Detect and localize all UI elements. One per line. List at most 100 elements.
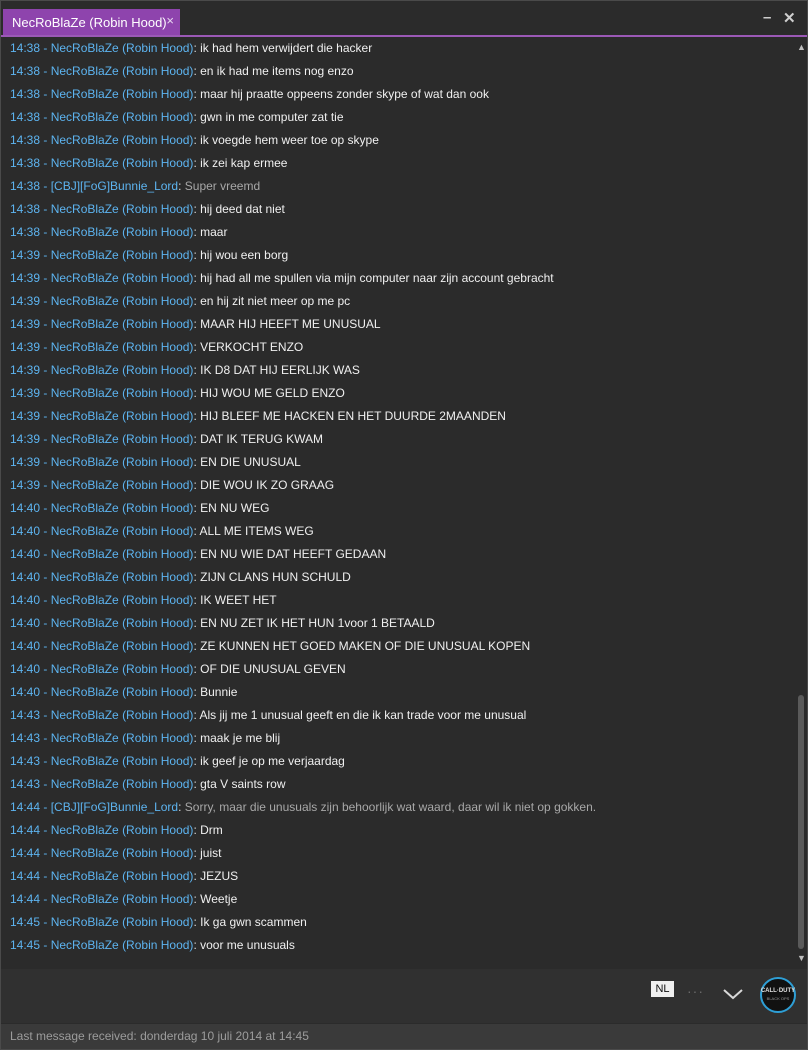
message-sender[interactable]: [CBJ][FoG]Bunnie_Lord [51,800,178,814]
message-meta[interactable]: 14:40 - NecRoBlaZe (Robin Hood) [10,685,193,699]
message-sender[interactable]: NecRoBlaZe (Robin Hood) [51,501,194,515]
message-meta[interactable]: 14:38 - NecRoBlaZe (Robin Hood) [10,64,193,78]
message-meta[interactable]: 14:39 - NecRoBlaZe (Robin Hood) [10,294,193,308]
avatar[interactable]: CALL·DUTY BLACK OPS [760,977,796,1013]
minimize-icon[interactable]: – [763,9,771,26]
message-meta[interactable]: 14:40 - NecRoBlaZe (Robin Hood) [10,593,193,607]
message-meta[interactable]: 14:44 - NecRoBlaZe (Robin Hood) [10,846,193,860]
message-sender[interactable]: NecRoBlaZe (Robin Hood) [51,869,194,883]
message-meta[interactable]: 14:38 - NecRoBlaZe (Robin Hood) [10,110,193,124]
message-sender[interactable]: NecRoBlaZe (Robin Hood) [51,340,194,354]
message-text: juist [200,846,222,860]
message-meta[interactable]: 14:43 - NecRoBlaZe (Robin Hood) [10,708,193,722]
message-sender[interactable]: NecRoBlaZe (Robin Hood) [51,41,194,55]
message-meta[interactable]: 14:40 - NecRoBlaZe (Robin Hood) [10,547,193,561]
message-meta[interactable]: 14:43 - NecRoBlaZe (Robin Hood) [10,731,193,745]
message-sender[interactable]: NecRoBlaZe (Robin Hood) [51,892,194,906]
message-meta[interactable]: 14:39 - NecRoBlaZe (Robin Hood) [10,478,193,492]
message-sender[interactable]: NecRoBlaZe (Robin Hood) [51,524,194,538]
message-sender[interactable]: NecRoBlaZe (Robin Hood) [51,386,194,400]
message-text: maar hij praatte oppeens zonder skype of… [200,87,489,101]
scroll-down-icon[interactable]: ▼ [796,952,807,964]
message-row: 14:39 - NecRoBlaZe (Robin Hood): EN DIE … [1,451,795,474]
message-meta[interactable]: 14:40 - NecRoBlaZe (Robin Hood) [10,501,193,515]
message-meta[interactable]: 14:40 - NecRoBlaZe (Robin Hood) [10,639,193,653]
message-meta[interactable]: 14:40 - NecRoBlaZe (Robin Hood) [10,616,193,630]
message-sender[interactable]: NecRoBlaZe (Robin Hood) [51,547,194,561]
message-sender[interactable]: NecRoBlaZe (Robin Hood) [51,731,194,745]
meta-separator: - [40,386,51,400]
scrollbar[interactable]: ▲ ▼ [796,39,807,967]
message-meta[interactable]: 14:39 - NecRoBlaZe (Robin Hood) [10,432,193,446]
message-sender[interactable]: NecRoBlaZe (Robin Hood) [51,708,194,722]
message-meta[interactable]: 14:40 - NecRoBlaZe (Robin Hood) [10,570,193,584]
message-meta[interactable]: 14:43 - NecRoBlaZe (Robin Hood) [10,754,193,768]
message-meta[interactable]: 14:40 - NecRoBlaZe (Robin Hood) [10,524,193,538]
message-sender[interactable]: NecRoBlaZe (Robin Hood) [51,570,194,584]
message-meta[interactable]: 14:44 - [CBJ][FoG]Bunnie_Lord [10,800,178,814]
message-sender[interactable]: NecRoBlaZe (Robin Hood) [51,662,194,676]
message-sender[interactable]: NecRoBlaZe (Robin Hood) [51,846,194,860]
message-sender[interactable]: NecRoBlaZe (Robin Hood) [51,478,194,492]
more-options-icon[interactable]: ··· [687,983,704,999]
message-sender[interactable]: NecRoBlaZe (Robin Hood) [51,225,194,239]
message-sender[interactable]: NecRoBlaZe (Robin Hood) [51,133,194,147]
message-sender[interactable]: NecRoBlaZe (Robin Hood) [51,455,194,469]
message-sender[interactable]: NecRoBlaZe (Robin Hood) [51,156,194,170]
message-sender[interactable]: NecRoBlaZe (Robin Hood) [51,432,194,446]
message-meta[interactable]: 14:39 - NecRoBlaZe (Robin Hood) [10,363,193,377]
message-sender[interactable]: NecRoBlaZe (Robin Hood) [51,938,194,952]
message-sender[interactable]: NecRoBlaZe (Robin Hood) [51,639,194,653]
message-sender[interactable]: NecRoBlaZe (Robin Hood) [51,248,194,262]
message-sender[interactable]: [CBJ][FoG]Bunnie_Lord [51,179,178,193]
message-meta[interactable]: 14:43 - NecRoBlaZe (Robin Hood) [10,777,193,791]
message-sender[interactable]: NecRoBlaZe (Robin Hood) [51,87,194,101]
message-sender[interactable]: NecRoBlaZe (Robin Hood) [51,110,194,124]
message-meta[interactable]: 14:38 - NecRoBlaZe (Robin Hood) [10,156,193,170]
message-meta[interactable]: 14:45 - NecRoBlaZe (Robin Hood) [10,915,193,929]
message-meta[interactable]: 14:44 - NecRoBlaZe (Robin Hood) [10,823,193,837]
close-icon[interactable]: ✕ [783,9,796,27]
message-meta[interactable]: 14:38 - NecRoBlaZe (Robin Hood) [10,41,193,55]
message-meta[interactable]: 14:44 - NecRoBlaZe (Robin Hood) [10,892,193,906]
message-meta[interactable]: 14:38 - [CBJ][FoG]Bunnie_Lord [10,179,178,193]
tab-close-icon[interactable]: × [166,13,174,28]
conversation-tab[interactable]: NecRoBlaZe (Robin Hood) × [3,9,180,35]
composer-area[interactable]: NL ··· CALL·DUTY BLACK OPS [1,969,807,1023]
message-sender[interactable]: NecRoBlaZe (Robin Hood) [51,915,194,929]
message-meta[interactable]: 14:38 - NecRoBlaZe (Robin Hood) [10,133,193,147]
message-sender[interactable]: NecRoBlaZe (Robin Hood) [51,685,194,699]
message-meta[interactable]: 14:39 - NecRoBlaZe (Robin Hood) [10,340,193,354]
message-meta[interactable]: 14:39 - NecRoBlaZe (Robin Hood) [10,248,193,262]
message-sender[interactable]: NecRoBlaZe (Robin Hood) [51,64,194,78]
message-sender[interactable]: NecRoBlaZe (Robin Hood) [51,294,194,308]
message-time: 14:40 [10,547,41,561]
message-sender[interactable]: NecRoBlaZe (Robin Hood) [51,271,194,285]
scroll-thumb[interactable] [798,695,804,949]
chevron-down-icon[interactable] [722,987,744,1001]
message-sender[interactable]: NecRoBlaZe (Robin Hood) [51,593,194,607]
language-badge[interactable]: NL [651,981,674,997]
message-meta[interactable]: 14:38 - NecRoBlaZe (Robin Hood) [10,225,193,239]
message-meta[interactable]: 14:39 - NecRoBlaZe (Robin Hood) [10,409,193,423]
message-meta[interactable]: 14:39 - NecRoBlaZe (Robin Hood) [10,317,193,331]
message-meta[interactable]: 14:39 - NecRoBlaZe (Robin Hood) [10,271,193,285]
message-sender[interactable]: NecRoBlaZe (Robin Hood) [51,754,194,768]
message-meta[interactable]: 14:44 - NecRoBlaZe (Robin Hood) [10,869,193,883]
message-sender[interactable]: NecRoBlaZe (Robin Hood) [51,202,194,216]
message-meta[interactable]: 14:39 - NecRoBlaZe (Robin Hood) [10,455,193,469]
message-meta[interactable]: 14:45 - NecRoBlaZe (Robin Hood) [10,938,193,952]
message-sender[interactable]: NecRoBlaZe (Robin Hood) [51,363,194,377]
message-sender[interactable]: NecRoBlaZe (Robin Hood) [51,823,194,837]
message-meta[interactable]: 14:40 - NecRoBlaZe (Robin Hood) [10,662,193,676]
message-meta[interactable]: 14:38 - NecRoBlaZe (Robin Hood) [10,87,193,101]
message-meta[interactable]: 14:38 - NecRoBlaZe (Robin Hood) [10,202,193,216]
message-meta[interactable]: 14:39 - NecRoBlaZe (Robin Hood) [10,386,193,400]
message-sender[interactable]: NecRoBlaZe (Robin Hood) [51,317,194,331]
meta-separator: - [40,639,51,653]
message-sender[interactable]: NecRoBlaZe (Robin Hood) [51,409,194,423]
message-sender[interactable]: NecRoBlaZe (Robin Hood) [51,777,194,791]
message-sender[interactable]: NecRoBlaZe (Robin Hood) [51,616,194,630]
scroll-up-icon[interactable]: ▲ [796,41,807,53]
message-row: 14:38 - NecRoBlaZe (Robin Hood): hij dee… [1,198,795,221]
